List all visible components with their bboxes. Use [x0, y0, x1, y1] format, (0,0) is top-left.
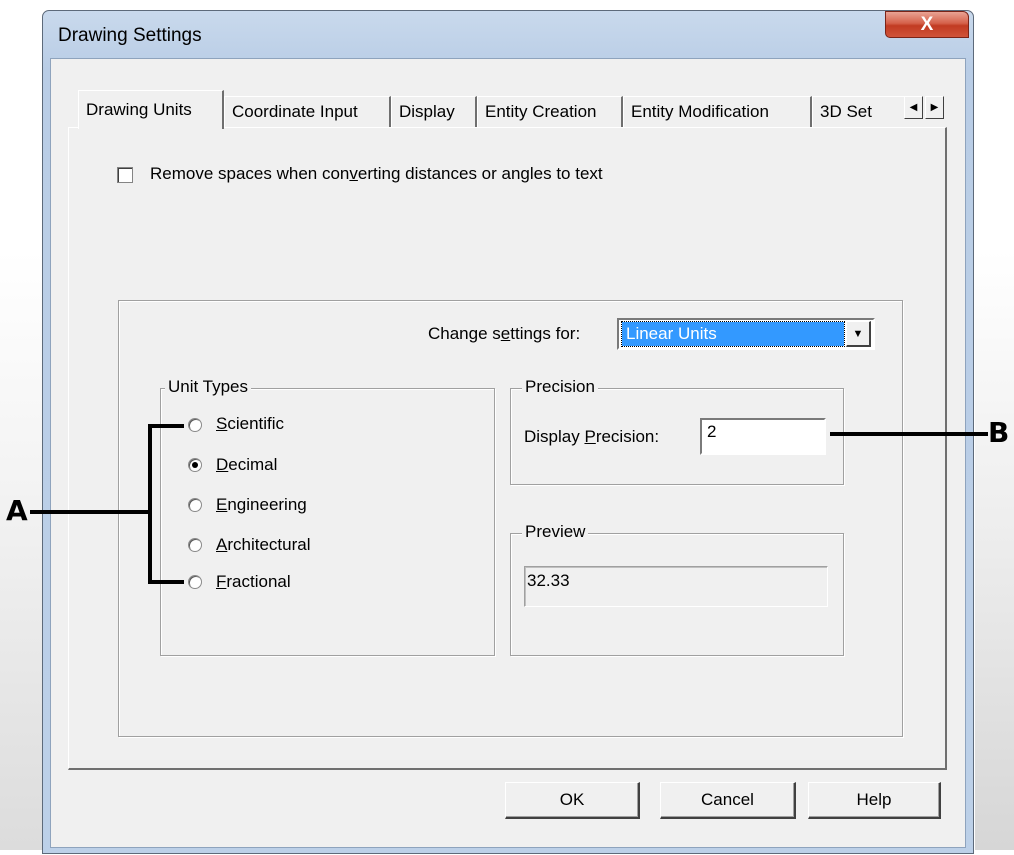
radio-label-decimal[interactable]: Decimal: [216, 455, 277, 475]
preview-caption: Preview: [522, 522, 589, 542]
callout-a-bracket: [148, 425, 152, 584]
arrow-left-icon: ◀: [909, 102, 918, 113]
tab-3d-settings[interactable]: 3D Set: [812, 96, 914, 127]
tab-drawing-units[interactable]: Drawing Units: [78, 90, 224, 129]
radio-label-fractional[interactable]: Fractional: [216, 572, 291, 592]
chevron-down-icon: ▼: [852, 327, 864, 340]
close-button[interactable]: X: [885, 11, 969, 38]
remove-spaces-label[interactable]: Remove spaces when converting distances …: [150, 164, 603, 184]
callout-a-label: A: [6, 494, 28, 527]
callout-a-line: [30, 510, 150, 514]
callout-a-bracket-bottom: [148, 580, 184, 584]
tab-label: Entity Modification: [631, 102, 769, 121]
display-precision-label: Display Precision:: [524, 427, 660, 446]
tab-entity-modification[interactable]: Entity Modification: [623, 96, 812, 127]
radio-engineering[interactable]: [188, 498, 202, 512]
callout-b-label: B: [988, 416, 1010, 449]
cancel-button[interactable]: Cancel: [660, 782, 796, 819]
radio-label-scientific[interactable]: Scientific: [216, 414, 284, 434]
tab-scroll-right-button[interactable]: ▶: [925, 96, 944, 119]
radio-label-engineering[interactable]: Engineering: [216, 495, 307, 515]
change-settings-label: Change settings for:: [428, 324, 581, 343]
unit-types-caption: Unit Types: [165, 377, 252, 397]
tab-label: 3D Set: [820, 102, 872, 121]
radio-decimal[interactable]: [188, 458, 202, 472]
radio-label-architectural[interactable]: Architectural: [216, 535, 310, 555]
radio-architectural[interactable]: [188, 538, 202, 552]
tab-label: Display: [399, 102, 455, 121]
close-icon: X: [920, 13, 934, 35]
unit-types-group: [160, 388, 495, 656]
remove-spaces-checkbox[interactable]: [117, 167, 133, 183]
arrow-right-icon: ▶: [930, 102, 939, 113]
background-left-strip: [0, 250, 42, 850]
tab-label: Drawing Units: [86, 100, 192, 119]
precision-caption: Precision: [522, 377, 598, 397]
background-right-strip: [975, 250, 1014, 850]
tab-label: Entity Creation: [485, 102, 597, 121]
tab-scroll-left-button[interactable]: ◀: [904, 96, 923, 119]
tab-entity-creation[interactable]: Entity Creation: [477, 96, 623, 127]
tab-display[interactable]: Display: [391, 96, 477, 127]
window-title: Drawing Settings: [58, 25, 202, 46]
combo-dropdown-button[interactable]: ▼: [846, 321, 871, 347]
preview-value: 32.33: [524, 566, 828, 607]
tab-label: Coordinate Input: [232, 102, 358, 121]
callout-a-bracket-top: [148, 424, 184, 428]
ok-button[interactable]: OK: [505, 782, 640, 819]
radio-fractional[interactable]: [188, 575, 202, 589]
help-button[interactable]: Help: [808, 782, 941, 819]
change-settings-selected-value[interactable]: Linear Units: [621, 321, 845, 347]
tab-coordinate-input[interactable]: Coordinate Input: [224, 96, 391, 127]
callout-b-line: [830, 432, 988, 436]
radio-scientific[interactable]: [188, 418, 202, 432]
display-precision-input[interactable]: 2: [700, 418, 826, 455]
